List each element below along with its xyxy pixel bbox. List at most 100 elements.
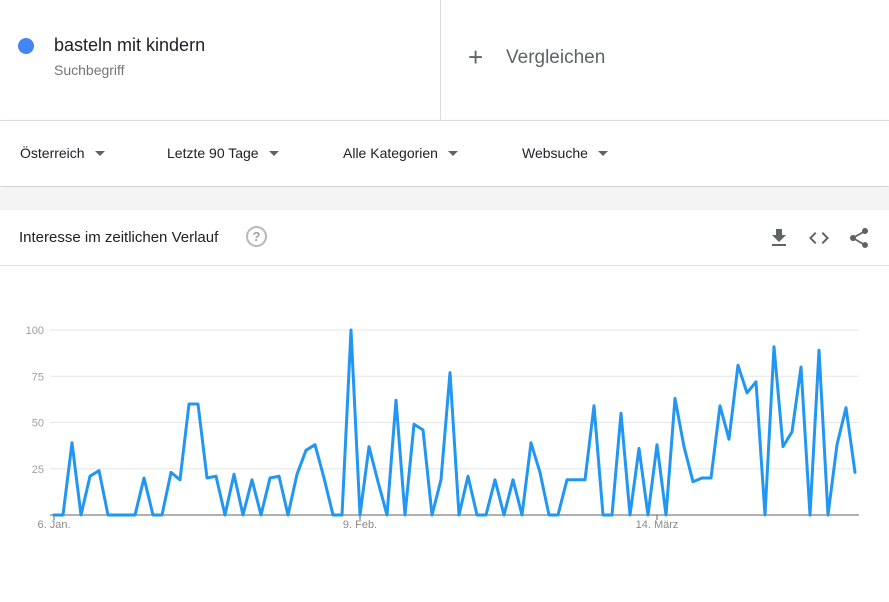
data-point[interactable]	[581, 476, 589, 484]
data-point[interactable]	[824, 511, 832, 519]
data-point[interactable]	[140, 474, 148, 482]
data-point[interactable]	[356, 511, 364, 519]
data-point[interactable]	[365, 443, 373, 451]
data-point[interactable]	[734, 361, 742, 369]
data-point[interactable]	[374, 478, 382, 486]
data-point[interactable]	[122, 511, 130, 519]
data-point[interactable]	[527, 439, 535, 447]
compare-button[interactable]: + Vergleichen	[442, 0, 889, 120]
data-point[interactable]	[635, 444, 643, 452]
data-point[interactable]	[95, 467, 103, 475]
data-point[interactable]	[608, 511, 616, 519]
data-point[interactable]	[383, 511, 391, 519]
data-point[interactable]	[50, 511, 58, 519]
data-point[interactable]	[419, 426, 427, 434]
data-point[interactable]	[464, 472, 472, 480]
data-point[interactable]	[662, 511, 670, 519]
data-point[interactable]	[788, 428, 796, 436]
data-point[interactable]	[59, 511, 67, 519]
data-point[interactable]	[230, 470, 238, 478]
data-point[interactable]	[437, 476, 445, 484]
data-point[interactable]	[284, 511, 292, 519]
data-point[interactable]	[446, 369, 454, 377]
data-point[interactable]	[743, 389, 751, 397]
data-point[interactable]	[779, 443, 787, 451]
data-point[interactable]	[239, 511, 247, 519]
filter-time-range[interactable]: Letzte 90 Tage	[167, 145, 279, 161]
data-point[interactable]	[275, 472, 283, 480]
data-point[interactable]	[320, 474, 328, 482]
data-point[interactable]	[329, 511, 337, 519]
data-point[interactable]	[599, 511, 607, 519]
data-point[interactable]	[689, 478, 697, 486]
data-point[interactable]	[653, 441, 661, 449]
data-point[interactable]	[428, 511, 436, 519]
data-point[interactable]	[842, 404, 850, 412]
data-point[interactable]	[149, 511, 157, 519]
data-point[interactable]	[797, 363, 805, 371]
data-point[interactable]	[68, 439, 76, 447]
data-point[interactable]	[131, 511, 139, 519]
data-point[interactable]	[590, 402, 598, 410]
data-point[interactable]	[752, 378, 760, 386]
search-term-card[interactable]: basteln mit kindern Suchbegriff	[0, 0, 441, 120]
data-point[interactable]	[158, 511, 166, 519]
filter-region[interactable]: Österreich	[20, 145, 105, 161]
data-point[interactable]	[401, 511, 409, 519]
data-point[interactable]	[536, 468, 544, 476]
data-point[interactable]	[716, 402, 724, 410]
data-point[interactable]	[644, 511, 652, 519]
data-point[interactable]	[761, 511, 769, 519]
embed-icon[interactable]	[807, 226, 831, 250]
data-point[interactable]	[491, 476, 499, 484]
data-point[interactable]	[212, 472, 220, 480]
data-point[interactable]	[311, 441, 319, 449]
data-point[interactable]	[176, 476, 184, 484]
term-name[interactable]: basteln mit kindern	[54, 35, 205, 56]
data-point[interactable]	[725, 435, 733, 443]
data-point[interactable]	[563, 476, 571, 484]
data-point[interactable]	[806, 511, 814, 519]
data-point[interactable]	[203, 474, 211, 482]
data-point[interactable]	[680, 443, 688, 451]
share-icon[interactable]	[847, 226, 871, 250]
data-point[interactable]	[410, 420, 418, 428]
data-point[interactable]	[698, 474, 706, 482]
data-point[interactable]	[500, 511, 508, 519]
data-point[interactable]	[257, 511, 265, 519]
help-icon[interactable]: ?	[246, 226, 267, 247]
data-point[interactable]	[302, 446, 310, 454]
data-point[interactable]	[572, 476, 580, 484]
data-point[interactable]	[482, 511, 490, 519]
data-point[interactable]	[833, 441, 841, 449]
data-point[interactable]	[455, 511, 463, 519]
data-point[interactable]	[518, 511, 526, 519]
data-point[interactable]	[77, 511, 85, 519]
data-point[interactable]	[167, 468, 175, 476]
data-point[interactable]	[86, 472, 94, 480]
download-icon[interactable]	[767, 226, 791, 250]
data-point[interactable]	[113, 511, 121, 519]
data-point[interactable]	[266, 474, 274, 482]
data-point[interactable]	[626, 511, 634, 519]
data-point[interactable]	[545, 511, 553, 519]
data-point[interactable]	[185, 400, 193, 408]
data-point[interactable]	[815, 346, 823, 354]
data-point[interactable]	[104, 511, 112, 519]
data-point[interactable]	[392, 396, 400, 404]
data-point[interactable]	[221, 511, 229, 519]
data-point[interactable]	[347, 326, 355, 334]
data-point[interactable]	[248, 476, 256, 484]
data-point[interactable]	[194, 400, 202, 408]
filter-category[interactable]: Alle Kategorien	[343, 145, 458, 161]
filter-search-type[interactable]: Websuche	[522, 145, 608, 161]
data-point[interactable]	[509, 476, 517, 484]
data-point[interactable]	[293, 470, 301, 478]
data-point[interactable]	[851, 468, 859, 476]
data-point[interactable]	[617, 409, 625, 417]
data-point[interactable]	[473, 511, 481, 519]
data-point[interactable]	[338, 511, 346, 519]
data-point[interactable]	[671, 394, 679, 402]
data-point[interactable]	[770, 343, 778, 351]
data-point[interactable]	[554, 511, 562, 519]
